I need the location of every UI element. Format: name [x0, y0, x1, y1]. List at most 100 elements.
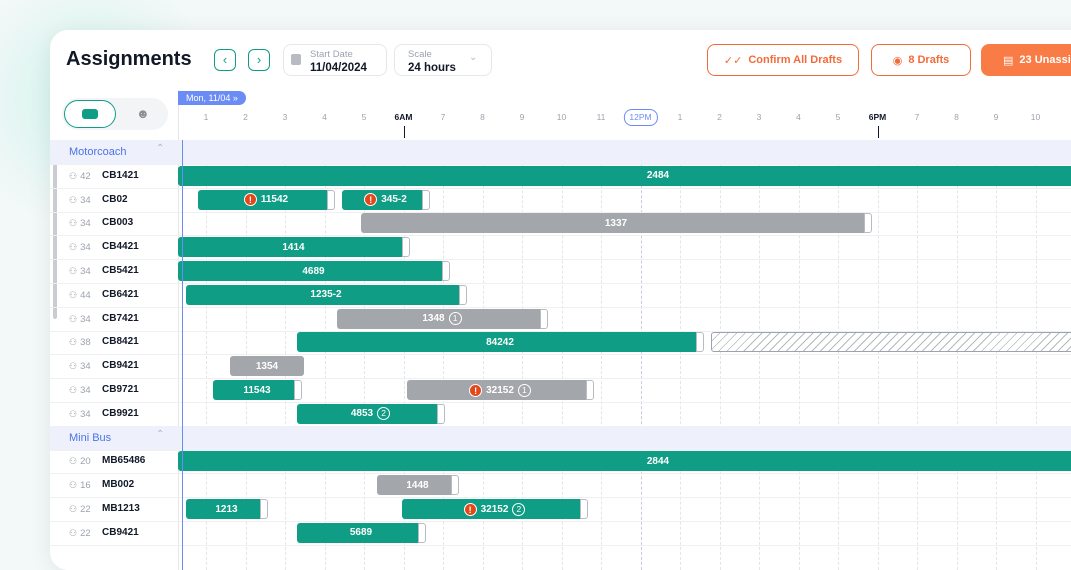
group-name: Mini Bus: [69, 431, 112, 444]
trip-id: 5689: [349, 527, 373, 539]
vehicle-id: CB9421: [102, 526, 139, 538]
trip-bar[interactable]: 1448: [377, 475, 459, 496]
tick-label: 7: [440, 112, 446, 122]
trip-end-handle[interactable]: [437, 403, 445, 424]
group-name: Motorcoach: [69, 146, 127, 158]
next-day-button[interactable]: ›: [248, 49, 270, 71]
vehicle-row: 34 CB7421: [50, 307, 1071, 332]
trip-end-handle[interactable]: [294, 380, 302, 400]
vehicle-id: CB4421: [102, 241, 139, 253]
eye-icon: ◉: [892, 54, 903, 67]
capacity-label: 34: [69, 314, 91, 325]
day-label-text: Mon, 11/04: [186, 93, 231, 103]
trip-bar[interactable]: 1348 1: [337, 308, 548, 329]
stop-count-badge: 1: [448, 312, 462, 326]
tick-label: 3: [282, 112, 288, 122]
vehicle-id: MB65486: [102, 455, 146, 467]
vehicle-id: CB02: [102, 193, 128, 205]
trip-id: 4689: [302, 265, 325, 277]
scale-label: Scale: [408, 49, 432, 60]
trip-id: 2484: [646, 170, 670, 182]
trip-bar[interactable]: ! 32152 2: [402, 499, 588, 519]
vehicle-view-tab[interactable]: [64, 100, 116, 128]
trip-end-handle[interactable]: [586, 380, 594, 400]
trip-end-handle[interactable]: [402, 237, 410, 258]
start-date-field[interactable]: Start Date 11/04/2024: [283, 44, 387, 76]
trip-bar[interactable]: 2844: [178, 451, 1071, 472]
trip-bar[interactable]: ! 345-2: [342, 189, 430, 210]
warning-icon: !: [463, 502, 477, 516]
confirm-all-drafts-button[interactable]: ✓✓ Confirm All Drafts: [707, 44, 859, 76]
tick-label: 9: [993, 112, 999, 122]
vehicle-id: CB5421: [102, 265, 139, 276]
trip-bar[interactable]: 1235-2: [186, 284, 467, 305]
trip-bar[interactable]: 4853 2: [297, 403, 445, 424]
trip-end-handle[interactable]: [418, 522, 426, 543]
capacity-label: 42: [69, 171, 91, 182]
trip-bar[interactable]: 1414: [178, 237, 410, 258]
vehicle-id: CB9721: [102, 384, 139, 395]
trip-id: 11543: [243, 384, 271, 396]
trip-end-handle[interactable]: [864, 213, 872, 234]
trip-bar[interactable]: ! 32152 1: [407, 380, 594, 400]
capacity-label: 34: [69, 242, 91, 253]
trip-id: 1235-2: [310, 289, 342, 301]
stop-count-badge: 1: [517, 383, 531, 397]
calendar-icon: [291, 54, 301, 65]
day-label[interactable]: Mon, 11/04 »: [178, 91, 246, 105]
trip-end-handle[interactable]: [459, 284, 467, 305]
trip-bar[interactable]: 2484: [178, 165, 1071, 186]
vehicle-row: 34 CB9421: [50, 354, 1071, 380]
unassigned-button[interactable]: ▤ 23 Unassi: [981, 44, 1071, 76]
group-header[interactable]: Mini Bus ⌃: [50, 425, 1071, 451]
group-header[interactable]: Motorcoach ⌃: [50, 140, 1071, 165]
trip-id: 32152: [480, 503, 509, 515]
trip-end-handle[interactable]: [260, 499, 268, 519]
tick-label: 6AM: [394, 112, 413, 122]
trip-end-handle[interactable]: [580, 499, 588, 519]
trip-bar[interactable]: 5689: [297, 522, 426, 543]
trip-end-handle[interactable]: [540, 308, 548, 329]
trip-end-handle[interactable]: [422, 189, 430, 210]
trip-id: 1354: [255, 360, 279, 372]
capacity-label: 22: [69, 528, 91, 539]
prev-day-button[interactable]: ‹: [214, 49, 236, 71]
trip-bar[interactable]: 1354: [230, 356, 304, 377]
tick-label: 10: [556, 112, 567, 122]
chevron-up-icon: ⌃: [156, 143, 165, 154]
tick-label: 5: [361, 112, 367, 122]
warning-icon: !: [243, 193, 257, 207]
chevron-right-icon: ›: [256, 52, 262, 67]
trip-bar[interactable]: 4689: [178, 261, 450, 281]
capacity-label: 34: [69, 266, 91, 277]
trip-end-handle[interactable]: [442, 261, 450, 281]
trip-end-handle[interactable]: [696, 332, 704, 353]
trip-bar[interactable]: ! 11542: [198, 189, 335, 210]
trip-end-handle[interactable]: [451, 475, 459, 496]
page-title: Assignments: [66, 48, 192, 70]
drafts-button[interactable]: ◉ 8 Drafts: [871, 44, 971, 76]
trip-bar[interactable]: 84242: [297, 332, 704, 353]
capacity-label: 34: [69, 361, 91, 372]
scale-select[interactable]: Scale 24 hours ⌄: [394, 44, 492, 76]
driver-icon: ☻: [136, 106, 150, 121]
trip-id: 1414: [282, 241, 305, 253]
vehicle-id: CB8421: [102, 336, 139, 348]
trip-id: 1348: [422, 313, 445, 325]
calendar-alert-icon: ▤: [1003, 54, 1014, 67]
trip-bar[interactable]: 1213: [186, 499, 268, 519]
driver-view-tab[interactable]: ☻: [120, 100, 166, 128]
warning-icon: !: [364, 193, 378, 207]
tick-label: 8: [954, 112, 959, 122]
capacity-label: 16: [69, 480, 91, 491]
trip-id: 84242: [486, 336, 514, 348]
tick-label: 8: [480, 112, 485, 122]
chevron-up-icon: ⌃: [156, 428, 165, 440]
trip-bar[interactable]: 1337: [361, 213, 872, 234]
chevron-left-icon: ‹: [222, 52, 228, 67]
trip-end-handle[interactable]: [327, 189, 335, 210]
trip-bar[interactable]: 11543: [213, 380, 302, 400]
vehicle-row: 34 CB9921: [50, 402, 1071, 427]
tick-noon: 12PM: [623, 109, 658, 126]
double-check-icon: ✓✓: [723, 54, 743, 67]
